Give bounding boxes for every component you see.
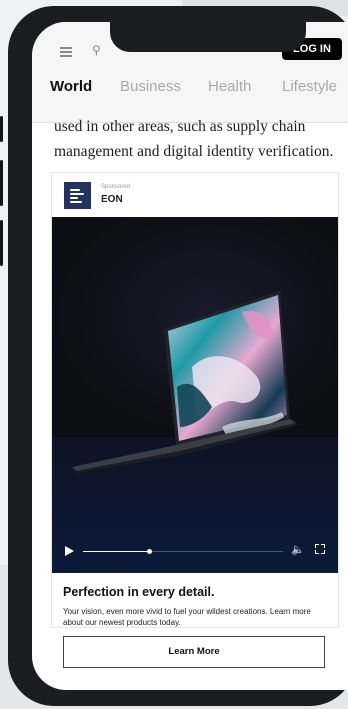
- progress-knob[interactable]: [147, 549, 152, 554]
- phone-screen: ⚲ LOG IN World Business Health Lifestyle…: [32, 22, 348, 690]
- tab-lifestyle[interactable]: Lifestyle: [282, 78, 337, 95]
- ad-video[interactable]: 🔈: [52, 217, 338, 573]
- video-progress-bar[interactable]: [83, 549, 283, 554]
- tab-business[interactable]: Business: [120, 78, 181, 95]
- search-icon[interactable]: ⚲: [92, 43, 101, 57]
- category-tabs: World Business Health Lifestyle: [32, 78, 348, 108]
- phone-button: [0, 220, 3, 266]
- ad-card: Sponsored EON 🔈 Perfection in every deta…: [51, 172, 339, 668]
- tab-health[interactable]: Health: [208, 78, 251, 95]
- menu-icon[interactable]: [60, 47, 72, 57]
- laptop-image: [52, 217, 338, 473]
- brand-logo-icon: [64, 182, 91, 209]
- sponsored-label: Sponsored: [101, 184, 131, 190]
- phone-frame: ⚲ LOG IN World Business Health Lifestyle…: [0, 6, 348, 706]
- article-text: used in other areas, such as supply chai…: [54, 118, 334, 160]
- fullscreen-icon[interactable]: [315, 544, 325, 554]
- ad-header: Sponsored EON: [52, 173, 338, 217]
- tab-world[interactable]: World: [50, 78, 92, 95]
- phone-button: [0, 160, 3, 206]
- ad-description: Your vision, even more vivid to fuel you…: [63, 607, 311, 627]
- learn-more-button[interactable]: Learn More: [63, 636, 325, 668]
- play-icon[interactable]: [65, 546, 74, 556]
- phone-notch: [110, 22, 306, 52]
- phone-button: [0, 116, 3, 142]
- brand-name[interactable]: EON: [101, 194, 123, 205]
- volume-icon[interactable]: 🔈: [291, 543, 305, 556]
- ad-headline: Perfection in every detail.: [63, 585, 215, 599]
- progress-fill: [83, 551, 149, 552]
